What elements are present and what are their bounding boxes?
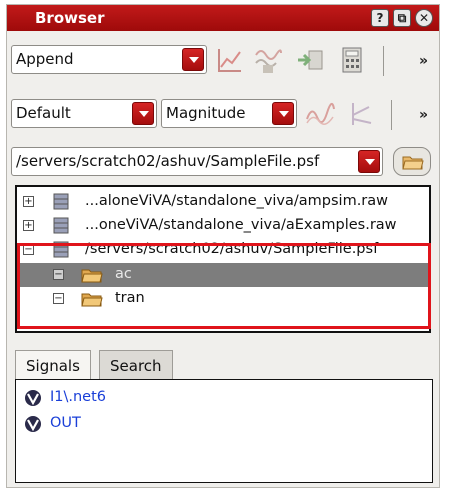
signal-item[interactable]: OUT	[24, 414, 224, 436]
collapse-icon[interactable]: −	[53, 269, 64, 280]
toolbar-separator	[383, 46, 384, 76]
database-icon	[53, 193, 69, 210]
tab-signals[interactable]: Signals	[15, 350, 91, 380]
database-icon	[53, 217, 69, 234]
tree-item[interactable]: + ...oneViVA/standalone_viva/aExamples.r…	[17, 214, 429, 238]
line-plot-icon[interactable]	[215, 45, 245, 75]
signal-label: I1\.net6	[50, 389, 107, 405]
calculator-icon[interactable]	[337, 45, 367, 75]
folder-open-icon	[81, 293, 103, 307]
file-path-value: /servers/scratch02/ashuv/SampleFile.psf	[16, 152, 320, 170]
chevron-down-icon[interactable]	[272, 102, 294, 125]
signal-item[interactable]: I1\.net6	[24, 388, 224, 410]
chevron-down-icon[interactable]	[182, 48, 204, 71]
graph-toolbar: Default Magnitude »	[7, 95, 439, 135]
browser-panel: Browser ? ⧉ ✕ Append » Default Magnitude…	[6, 4, 440, 488]
tree-item[interactable]: − tran	[17, 287, 429, 311]
export-arrow-icon[interactable]	[295, 45, 325, 75]
chevron-down-icon[interactable]	[132, 102, 154, 125]
database-icon	[53, 241, 69, 258]
signal-label: OUT	[50, 415, 81, 431]
expand-icon[interactable]: +	[23, 196, 34, 207]
title-bar: Browser ? ⧉ ✕	[7, 5, 439, 31]
plot-mode-value: Append	[16, 50, 74, 68]
tree-item-label: ac	[115, 266, 132, 282]
stacked-plot-icon[interactable]	[253, 45, 283, 75]
results-tree[interactable]: + ...aloneViVA/standalone_viva/ampsim.ra…	[15, 185, 431, 333]
waveform-icon[interactable]	[305, 99, 335, 129]
plot-toolbar: Append »	[7, 41, 439, 81]
modifier-combo[interactable]: Magnitude	[161, 99, 297, 128]
modifier-value: Magnitude	[166, 104, 246, 122]
overflow-button[interactable]: »	[419, 53, 428, 69]
folder-open-icon	[81, 269, 103, 283]
tab-bar: Signals Search	[13, 350, 433, 380]
signal-v-icon	[25, 390, 41, 406]
open-file-button[interactable]	[393, 147, 431, 176]
tab-search[interactable]: Search	[99, 350, 173, 380]
plot-mode-combo[interactable]: Append	[11, 45, 207, 74]
help-button[interactable]: ?	[371, 9, 389, 27]
signal-v-icon	[25, 416, 41, 432]
collapse-icon[interactable]: −	[53, 293, 64, 304]
restore-button[interactable]: ⧉	[393, 9, 411, 27]
file-select-row: /servers/scratch02/ashuv/SampleFile.psf	[7, 145, 439, 181]
tree-item-selected[interactable]: − ac	[17, 263, 429, 287]
toolbar-separator	[391, 100, 392, 130]
signals-list[interactable]: I1\.net6 OUT	[15, 379, 433, 483]
tree-item-label: ...aloneViVA/standalone_viva/ampsim.raw	[85, 193, 389, 209]
folder-open-icon	[402, 156, 424, 170]
graph-type-combo[interactable]: Default	[11, 99, 157, 128]
tree-item-label: ...oneViVA/standalone_viva/aExamples.raw	[85, 217, 397, 233]
window-title: Browser	[35, 9, 105, 27]
close-button[interactable]: ✕	[415, 9, 433, 27]
tree-item[interactable]: − /servers/scratch02/ashuv/SampleFile.ps…	[17, 238, 429, 262]
tree-item-label: tran	[115, 290, 145, 306]
chevron-down-icon[interactable]	[358, 150, 380, 173]
collapse-icon[interactable]: −	[23, 244, 34, 255]
tree-item[interactable]: + ...aloneViVA/standalone_viva/ampsim.ra…	[17, 190, 429, 214]
overflow-button[interactable]: »	[419, 107, 428, 123]
graph-type-value: Default	[16, 104, 71, 122]
branch-plot-icon[interactable]	[347, 99, 377, 129]
tree-item-label: /servers/scratch02/ashuv/SampleFile.psf	[85, 241, 379, 257]
file-path-combo[interactable]: /servers/scratch02/ashuv/SampleFile.psf	[11, 147, 383, 176]
expand-icon[interactable]: +	[23, 220, 34, 231]
